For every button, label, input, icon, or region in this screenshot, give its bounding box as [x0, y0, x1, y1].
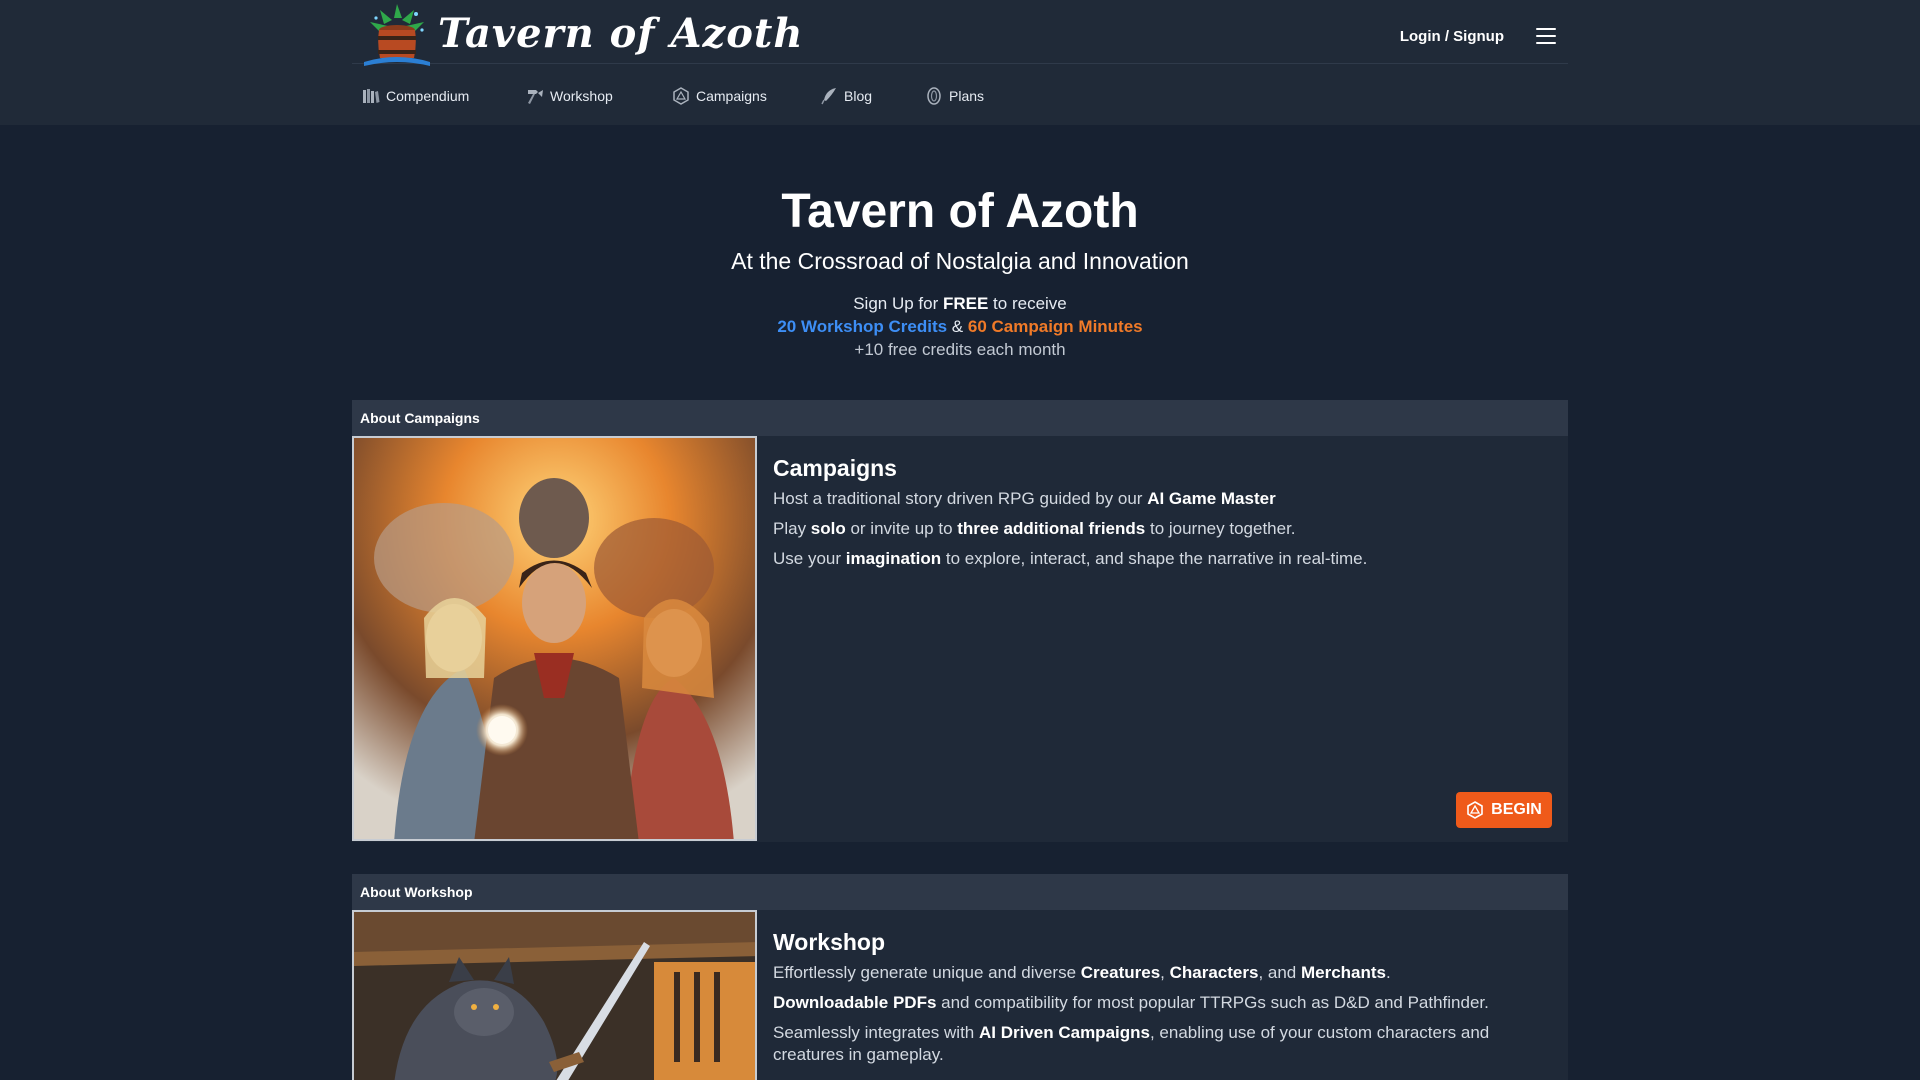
campaigns-section: About Campaigns Campaigns Host a traditi…: [352, 400, 1568, 842]
workshop-line-3: Seamlessly integrates with AI Driven Cam…: [773, 1022, 1553, 1066]
coin-icon: [927, 87, 941, 105]
hero: Tavern of Azoth At the Crossroad of Nost…: [0, 180, 1920, 361]
workshop-l3-a: Seamlessly integrates with: [773, 1023, 979, 1042]
promo-line-1: Sign Up for FREE to receive: [0, 292, 1920, 315]
promo-workshop-credits: 20 Workshop Credits: [777, 317, 948, 336]
workshop-l2-b: and compatibility for most popular TTRPG…: [936, 993, 1489, 1012]
campaigns-line-1: Host a traditional story driven RPG guid…: [773, 488, 1553, 510]
campaigns-l3-c: to explore, interact, and shape the narr…: [941, 549, 1368, 568]
promo-prefix: Sign Up for: [853, 294, 943, 313]
hamburger-menu-icon[interactable]: [1536, 28, 1556, 44]
d20-icon: [1467, 801, 1483, 819]
workshop-title: Workshop: [773, 929, 886, 955]
nav-item-campaigns[interactable]: Campaigns: [672, 86, 767, 106]
campaigns-line-3: Use your imagination to explore, interac…: [773, 548, 1553, 570]
hero-subtitle: At the Crossroad of Nostalgia and Innova…: [731, 248, 1189, 274]
top-bar: Tavern of Azoth Login / Signup Compendiu…: [0, 0, 1920, 125]
promo-ampersand: &: [947, 317, 968, 336]
promo-free: FREE: [942, 294, 989, 313]
workshop-l2-a: Downloadable PDFs: [773, 993, 937, 1012]
workshop-l1-f: Merchants: [1300, 963, 1387, 982]
adventurers-party-illustration: [354, 438, 755, 839]
nav-item-workshop[interactable]: Workshop: [526, 86, 613, 106]
workshop-content: Workshop Effortlessly generate unique an…: [773, 926, 1553, 1074]
workshop-l1-b: Creatures: [1080, 963, 1161, 982]
tavern-barrel-logo-icon[interactable]: [358, 0, 436, 70]
begin-campaign-button[interactable]: BEGIN: [1456, 792, 1552, 828]
campaigns-l3-b: imagination: [845, 549, 942, 568]
campaigns-section-header: About Campaigns: [352, 400, 1568, 436]
workshop-section: About Workshop Workshop Effortlessly gen…: [352, 874, 1568, 1080]
campaigns-l3-a: Use your: [773, 549, 846, 568]
workshop-l1-c: ,: [1160, 963, 1170, 982]
campaigns-line-2: Play solo or invite up to three addition…: [773, 518, 1553, 540]
campaigns-l2-b: solo: [810, 519, 846, 538]
begin-button-label: BEGIN: [1491, 801, 1542, 818]
nav-item-plans[interactable]: Plans: [925, 86, 984, 106]
workshop-line-1: Effortlessly generate unique and diverse…: [773, 962, 1553, 984]
campaigns-hero-image: [352, 436, 757, 841]
campaigns-l1-text: Host a traditional story driven RPG guid…: [773, 489, 1148, 508]
campaigns-l2-e: to journey together.: [1145, 519, 1296, 538]
workshop-l3-b: AI Driven Campaigns: [978, 1023, 1150, 1042]
promo-monthly-credits: +10 free credits each month: [854, 340, 1066, 359]
werewolf-blacksmith-illustration: [354, 912, 755, 1080]
campaigns-l2-c: or invite up to: [845, 519, 958, 538]
promo-campaign-minutes: 60 Campaign Minutes: [967, 317, 1143, 336]
campaigns-title: Campaigns: [773, 455, 897, 481]
hammer-icon: [528, 90, 543, 104]
quill-icon: [821, 88, 836, 105]
workshop-l1-g: .: [1386, 963, 1391, 982]
nav-label-plans: Plans: [949, 88, 985, 104]
login-signup-link[interactable]: Login / Signup: [1400, 28, 1504, 45]
promo-line-2: 20 Workshop Credits & 60 Campaign Minute…: [0, 315, 1920, 338]
logo-row: Tavern of Azoth Login / Signup: [352, 0, 1568, 66]
nav-label-compendium: Compendium: [386, 88, 470, 104]
campaigns-content: Campaigns Host a traditional story drive…: [773, 452, 1553, 578]
workshop-line-2: Downloadable PDFs and compatibility for …: [773, 992, 1553, 1014]
workshop-l1-e: , and: [1258, 963, 1301, 982]
nav-item-blog[interactable]: Blog: [820, 86, 872, 106]
workshop-section-header: About Workshop: [352, 874, 1568, 910]
nav-label-blog: Blog: [844, 88, 873, 104]
books-icon: [363, 89, 380, 103]
top-bar-inner: Tavern of Azoth Login / Signup Compendiu…: [352, 0, 1568, 125]
promo-suffix: to receive: [988, 294, 1067, 313]
workshop-hero-image: [352, 910, 757, 1080]
workshop-l1-a: Effortlessly generate unique and diverse: [773, 963, 1081, 982]
main-nav: Compendium Workshop Campaigns Blog Plans: [352, 64, 1568, 125]
campaigns-l2-a: Play: [773, 519, 811, 538]
logo-wordmark[interactable]: Tavern of Azoth: [438, 10, 803, 57]
campaigns-l1-bold: AI Game Master: [1147, 489, 1276, 508]
nav-label-workshop: Workshop: [550, 88, 613, 104]
hero-title: Tavern of Azoth: [781, 185, 1139, 238]
d20-icon: [673, 87, 689, 105]
campaigns-l2-d: three additional friends: [957, 519, 1146, 538]
nav-label-campaigns: Campaigns: [696, 88, 767, 104]
signup-promo: Sign Up for FREE to receive 20 Workshop …: [0, 292, 1920, 361]
nav-item-compendium[interactable]: Compendium: [362, 86, 469, 106]
workshop-l1-d: Characters: [1169, 963, 1259, 982]
